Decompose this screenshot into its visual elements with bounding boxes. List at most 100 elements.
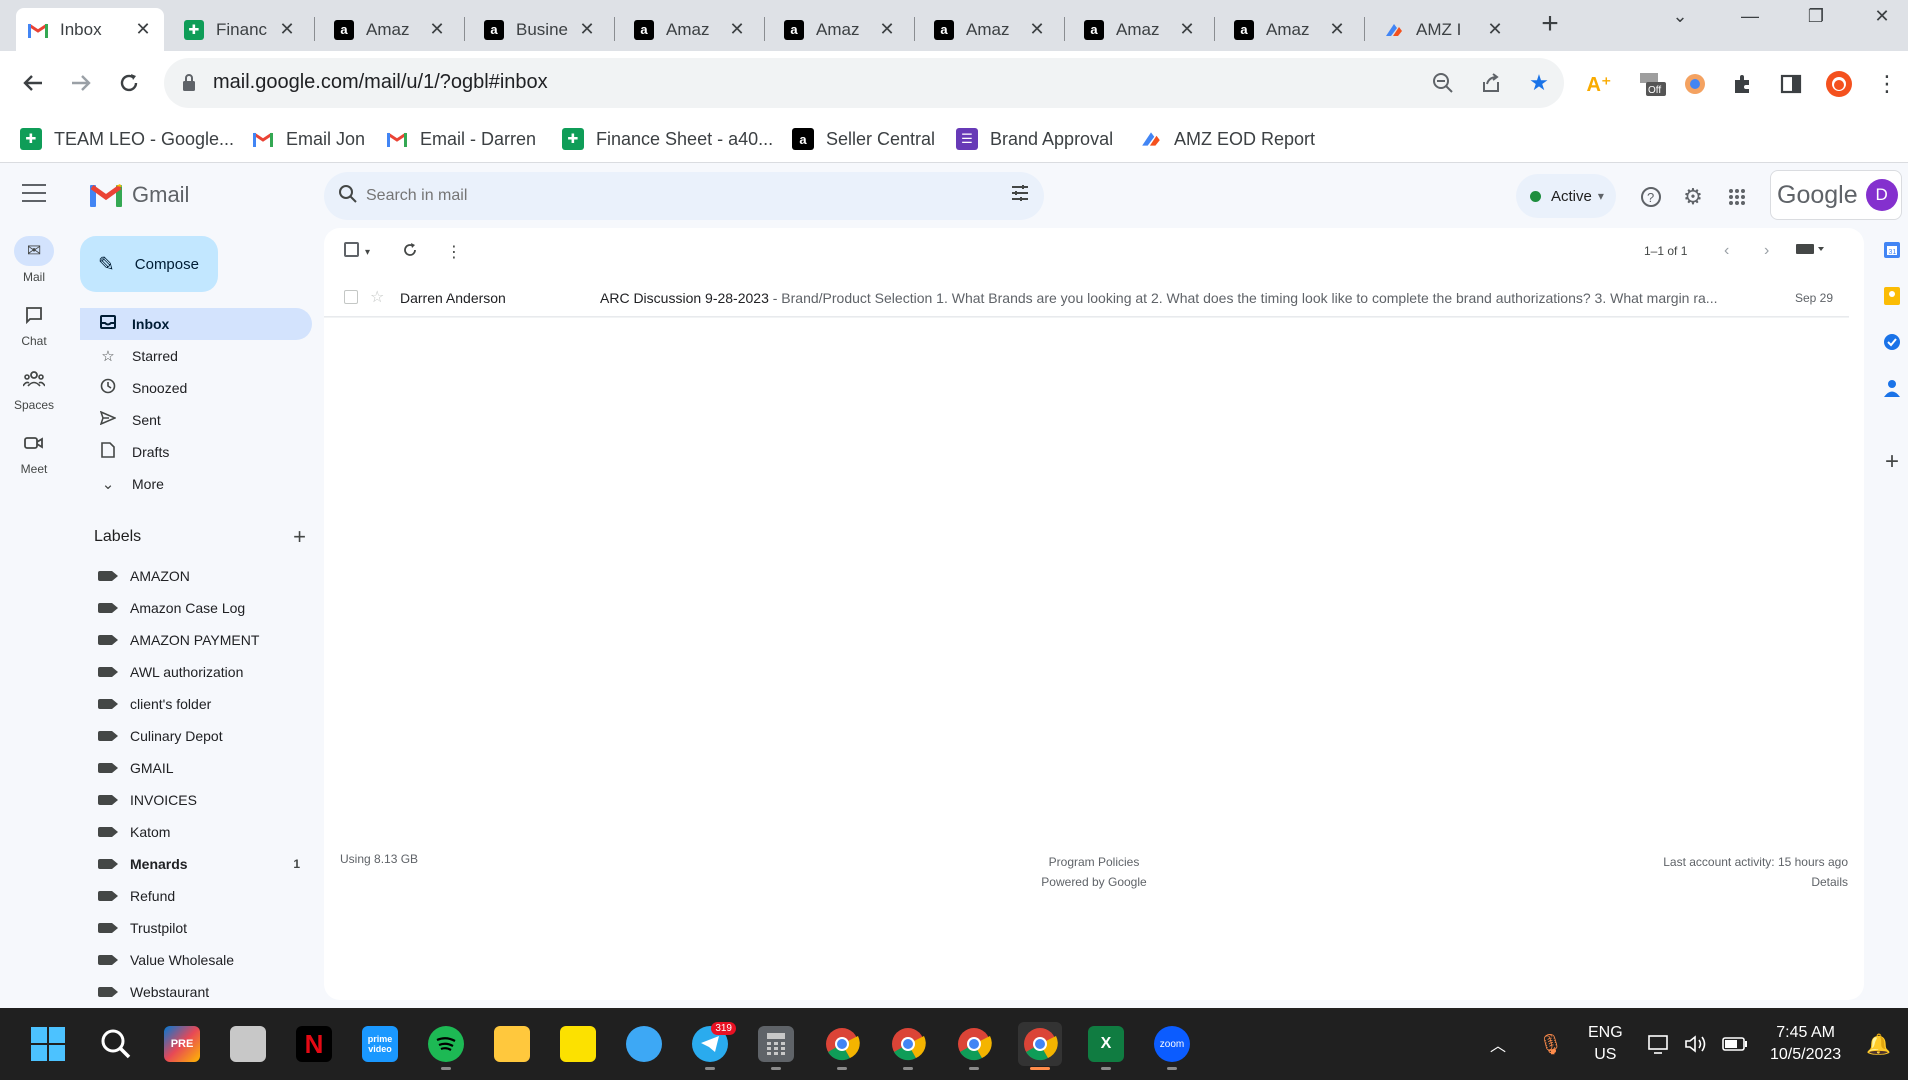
minimize-icon[interactable]: —: [1730, 6, 1770, 27]
side-panel-icon[interactable]: [1776, 69, 1806, 99]
close-tab-icon[interactable]: ✕: [1028, 19, 1046, 40]
create-label-icon[interactable]: +: [293, 524, 306, 550]
chrome-app-active[interactable]: [1018, 1022, 1062, 1070]
nav-item-starred[interactable]: ☆ Starred: [80, 340, 312, 372]
url-text[interactable]: mail.google.com/mail/u/1/?ogbl#inbox: [213, 71, 548, 94]
close-tab-icon[interactable]: ✕: [1328, 19, 1346, 40]
taskbar-search-button[interactable]: [94, 1022, 138, 1066]
share-icon[interactable]: [1478, 70, 1504, 96]
nav-item-more[interactable]: ⌄ More: [80, 468, 312, 500]
nav-item-snoozed[interactable]: Snoozed: [80, 372, 312, 404]
reload-icon[interactable]: [112, 66, 146, 100]
search-input[interactable]: [366, 182, 966, 210]
zoom-app[interactable]: zoom: [1150, 1022, 1194, 1070]
email-row[interactable]: ☆ Darren Anderson ARC Discussion 9-28-20…: [324, 278, 1849, 318]
clock[interactable]: 7:45 AM 10/5/2023: [1770, 1008, 1841, 1080]
lock-icon[interactable]: [182, 73, 196, 91]
label-item[interactable]: Katom: [80, 816, 312, 848]
tab-amazon-2[interactable]: a Amaz ✕: [622, 8, 758, 51]
refresh-icon[interactable]: [402, 242, 418, 263]
restore-icon[interactable]: ❐: [1796, 6, 1836, 27]
contacts-icon[interactable]: [1876, 378, 1908, 398]
rail-item-meet[interactable]: Meet: [0, 428, 68, 476]
search-bar[interactable]: [324, 172, 1044, 220]
battery-icon[interactable]: [1722, 1008, 1748, 1080]
input-tools-icon[interactable]: [1796, 242, 1824, 260]
search-icon[interactable]: [338, 184, 358, 210]
calendar-icon[interactable]: 31: [1876, 240, 1908, 260]
label-item[interactable]: Webstaurant: [80, 976, 312, 1008]
label-item[interactable]: AMAZON: [80, 560, 312, 592]
microphone-icon[interactable]: 🎙: [1538, 1008, 1563, 1080]
tab-amazon-1[interactable]: a Amaz ✕: [322, 8, 458, 51]
orange-extension-icon[interactable]: [1680, 69, 1710, 99]
close-window-icon[interactable]: ✕: [1862, 6, 1902, 27]
copilot-pre-app[interactable]: PRE: [160, 1022, 204, 1066]
compose-button[interactable]: ✎ Compose: [80, 236, 218, 292]
chrome-app-2[interactable]: [886, 1022, 930, 1070]
close-tab-icon[interactable]: ✕: [134, 19, 152, 40]
bookmark-team-leo[interactable]: ✚ TEAM LEO - Google...: [20, 124, 234, 154]
get-addons-icon[interactable]: +: [1876, 448, 1908, 476]
bookmark-brand-approval[interactable]: ☰ Brand Approval: [956, 124, 1113, 154]
select-all-checkbox[interactable]: [344, 242, 359, 262]
scout-extension-icon[interactable]: A⁺: [1584, 69, 1614, 99]
label-item[interactable]: Value Wholesale: [80, 944, 312, 976]
tab-inbox[interactable]: Inbox ✕: [16, 8, 164, 51]
back-icon[interactable]: [16, 66, 50, 100]
file-explorer-app[interactable]: [490, 1022, 534, 1066]
bookmark-seller-central[interactable]: a Seller Central: [792, 124, 935, 154]
volume-icon[interactable]: [1684, 1008, 1708, 1080]
label-item[interactable]: Amazon Case Log: [80, 592, 312, 624]
label-item[interactable]: Menards 1: [80, 848, 312, 880]
label-item[interactable]: Culinary Depot: [80, 720, 312, 752]
close-tab-icon[interactable]: ✕: [1178, 19, 1196, 40]
chevron-down-icon[interactable]: ▾: [365, 247, 370, 258]
gmail-logo[interactable]: Gmail: [90, 182, 189, 208]
tab-amazon-5[interactable]: a Amaz ✕: [1072, 8, 1208, 51]
nav-item-sent[interactable]: Sent: [80, 404, 312, 436]
program-policies-link[interactable]: Program Policies: [324, 852, 1864, 872]
label-item[interactable]: client's folder: [80, 688, 312, 720]
close-tab-icon[interactable]: ✕: [728, 19, 746, 40]
chrome-app-1[interactable]: [820, 1022, 864, 1070]
apps-grid-icon[interactable]: [1724, 184, 1750, 210]
more-menu-icon[interactable]: ⋮: [1872, 69, 1902, 99]
network-icon[interactable]: [1648, 1008, 1672, 1080]
spotify-app[interactable]: [424, 1022, 468, 1070]
settings-gear-icon[interactable]: ⚙: [1680, 184, 1706, 210]
older-page-icon[interactable]: ›: [1764, 242, 1769, 260]
label-item[interactable]: AWL authorization: [80, 656, 312, 688]
netflix-app[interactable]: N: [292, 1022, 336, 1066]
close-tab-icon[interactable]: ✕: [878, 19, 896, 40]
keep-icon[interactable]: [1876, 286, 1908, 306]
tab-amz-report[interactable]: AMZ I ✕: [1372, 8, 1516, 51]
tab-amazon-6[interactable]: a Amaz ✕: [1222, 8, 1358, 51]
tab-search-icon[interactable]: ⌄: [1660, 6, 1700, 27]
main-menu-icon[interactable]: [22, 184, 46, 204]
show-hidden-icons[interactable]: ︿: [1490, 1008, 1506, 1080]
excel-app[interactable]: X: [1084, 1022, 1128, 1070]
notification-bell-icon[interactable]: 🔔: [1866, 1008, 1891, 1080]
paint-app[interactable]: [622, 1022, 666, 1066]
bookmark-email-darren[interactable]: Email - Darren: [386, 124, 536, 154]
close-tab-icon[interactable]: ✕: [428, 19, 446, 40]
rail-item-spaces[interactable]: Spaces: [0, 364, 68, 412]
label-item[interactable]: AMAZON PAYMENT: [80, 624, 312, 656]
label-item[interactable]: Refund: [80, 880, 312, 912]
prime-video-app[interactable]: prime video: [358, 1022, 402, 1066]
star-icon[interactable]: ☆: [370, 287, 384, 307]
start-button[interactable]: [26, 1022, 70, 1066]
profile-avatar-icon[interactable]: [1824, 69, 1854, 99]
rail-item-mail[interactable]: ✉ Mail: [0, 236, 68, 284]
details-link[interactable]: Details: [1663, 872, 1848, 892]
label-item[interactable]: INVOICES: [80, 784, 312, 816]
tab-amazon-3[interactable]: a Amaz ✕: [772, 8, 908, 51]
chrome-app-3[interactable]: [952, 1022, 996, 1070]
google-account-button[interactable]: Google D: [1770, 170, 1902, 220]
address-bar[interactable]: mail.google.com/mail/u/1/?ogbl#inbox ★: [164, 58, 1564, 108]
close-tab-icon[interactable]: ✕: [578, 19, 596, 40]
tab-amazon-4[interactable]: a Amaz ✕: [922, 8, 1058, 51]
sticky-notes-app[interactable]: [556, 1022, 600, 1066]
close-tab-icon[interactable]: ✕: [1486, 19, 1504, 40]
